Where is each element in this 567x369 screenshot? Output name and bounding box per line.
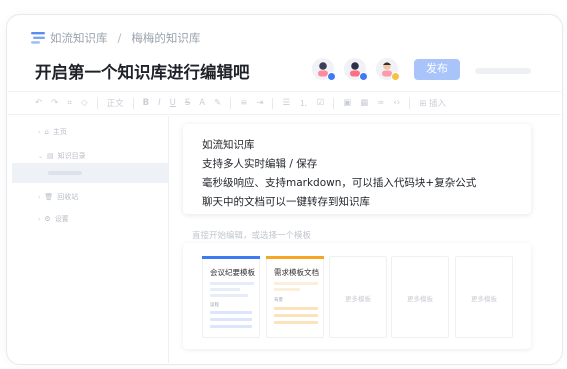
more-templates-label: 更多模板 [471,295,497,303]
strikethrough-icon[interactable]: S [185,98,190,108]
sidebar-item-home[interactable]: › ⌂ 主页 [38,127,67,137]
template-card-requirement[interactable]: 需求模板文档 背景 [266,256,324,338]
placeholder-line [274,321,318,324]
insert-button[interactable]: ⊞ 插入 [419,97,446,109]
editor-toolbar: ↶ ↷ ⌗ ◇ 正文 B I U S A ✎ ≡ ⇥ ☰ ⒈ ☑ ▣ ▦ ∞ ‹… [8,91,561,115]
content-line: 毫秒级响应、支持markdown，可以插入代码块+复杂公式 [202,177,477,189]
placeholder-line [210,311,252,314]
placeholder-line [274,307,318,310]
template-name: 会议纪要模板 [210,268,255,277]
sidebar-item-label: 主页 [52,128,67,136]
avatar-user-2[interactable] [344,58,368,81]
ordered-list-icon[interactable]: ⒈ [299,97,308,109]
avatar-user-3[interactable] [376,58,400,81]
template-card-more[interactable]: 更多模板 [455,256,513,338]
template-card-more[interactable]: 更多模板 [391,256,449,338]
publish-button[interactable]: 发布 [414,59,460,80]
header-placeholder-bar [475,68,531,74]
sidebar-item-settings[interactable]: › ⚙ 设置 [38,214,69,224]
breadcrumb-separator: / [117,31,122,45]
breadcrumb-page[interactable]: 梅梅的知识库 [131,30,200,46]
more-templates-label: 更多模板 [407,295,433,303]
placeholder-line [274,282,318,285]
collaborator-avatars [312,58,400,81]
template-hint: 直接开始编辑，或选择一个模板 [192,231,312,241]
toolbar-divider [230,97,232,109]
indent-icon[interactable]: ⇥ [256,98,263,108]
avatar-status-dot [359,72,368,81]
table-icon[interactable]: ▦ [360,98,368,108]
insert-label: 插入 [429,99,447,109]
sidebar: › ⌂ 主页 ⌄ ▤ 知识目录 › 🗑︎ 回收站 › ⚙ 设置 [8,116,169,363]
breadcrumb: 如流知识库 / 梅梅的知识库 [30,30,200,46]
sidebar-item-current-doc[interactable] [12,163,168,183]
sidebar-item-label: 设置 [54,215,69,223]
align-icon[interactable]: ≡ [240,98,247,108]
content-line: 如流知识库 [202,139,255,151]
placeholder-line [274,288,300,291]
content-line: 支持多人实时编辑 / 保存 [202,158,318,170]
chevron-down-icon: ⌄ [38,152,44,160]
doc-name-placeholder [48,171,82,175]
template-card-more[interactable]: 更多模板 [329,256,387,338]
placeholder-line [274,314,318,317]
placeholder-line [210,318,252,321]
sidebar-item-trash[interactable]: › 🗑︎ 回收站 [38,192,78,202]
content-card[interactable]: 如流知识库 支持多人实时编辑 / 保存 毫秒级响应、支持markdown，可以插… [183,124,531,214]
link-icon[interactable]: ∞ [377,98,384,108]
avatar-status-dot [327,72,336,81]
placeholder-line [210,325,252,328]
chevron-right-icon: › [38,215,41,223]
code-icon[interactable]: ‹› [393,98,400,108]
font-color-icon[interactable]: A [199,98,205,108]
toolbar-divider [409,97,411,109]
text-style-select[interactable]: 正文 [107,97,124,109]
toolbar-divider [272,97,274,109]
highlight-icon[interactable]: ✎ [214,98,221,108]
more-templates-label: 更多模板 [345,295,371,303]
template-section-label: 议程 [210,303,219,308]
bullet-list-icon[interactable]: ☰ [282,98,290,108]
sidebar-item-directory[interactable]: ⌄ ▤ 知识目录 [38,151,86,161]
placeholder-line [210,288,240,291]
breadcrumb-space[interactable]: 如流知识库 [50,30,108,46]
toolbar-divider [333,97,335,109]
toolbar-divider [132,97,134,109]
document-title[interactable]: 开启第一个知识库进行编辑吧 [35,59,250,83]
template-section-label: 背景 [274,298,283,303]
avatar-user-1[interactable] [312,58,336,81]
image-icon[interactable]: ▣ [343,98,351,108]
folder-icon: ▤ [47,152,54,160]
format-brush-icon[interactable]: ⌗ [67,98,72,108]
checklist-icon[interactable]: ☑ [317,98,325,108]
sidebar-item-label: 知识目录 [57,152,86,160]
placeholder-line [210,294,248,297]
template-gallery: 会议纪要模板 议程 需求模板文档 背景 更多模板 更多模板 更多模板 [183,243,531,349]
trash-icon: 🗑︎ [44,193,54,201]
chevron-right-icon: › [38,193,41,201]
undo-icon[interactable]: ↶ [35,98,42,108]
template-card-meeting[interactable]: 会议纪要模板 议程 [202,256,260,338]
clear-format-icon[interactable]: ◇ [81,98,88,108]
sidebar-item-label: 回收站 [57,193,79,201]
italic-icon[interactable]: I [158,98,161,108]
bold-icon[interactable]: B [143,98,149,108]
template-accent-bar [266,256,324,259]
template-name: 需求模板文档 [274,268,319,277]
chevron-right-icon: › [38,128,41,136]
redo-icon[interactable]: ↷ [51,98,58,108]
settings-icon: ⚙ [44,215,51,223]
knowledge-base-logo-icon [30,31,46,45]
template-accent-bar [202,256,260,259]
toolbar-divider [96,97,98,109]
placeholder-line [210,282,254,285]
home-icon: ⌂ [44,128,49,136]
content-line: 聊天中的文档可以一键转存到知识库 [202,196,370,208]
underline-icon[interactable]: U [170,98,176,108]
avatar-status-dot [391,72,400,81]
